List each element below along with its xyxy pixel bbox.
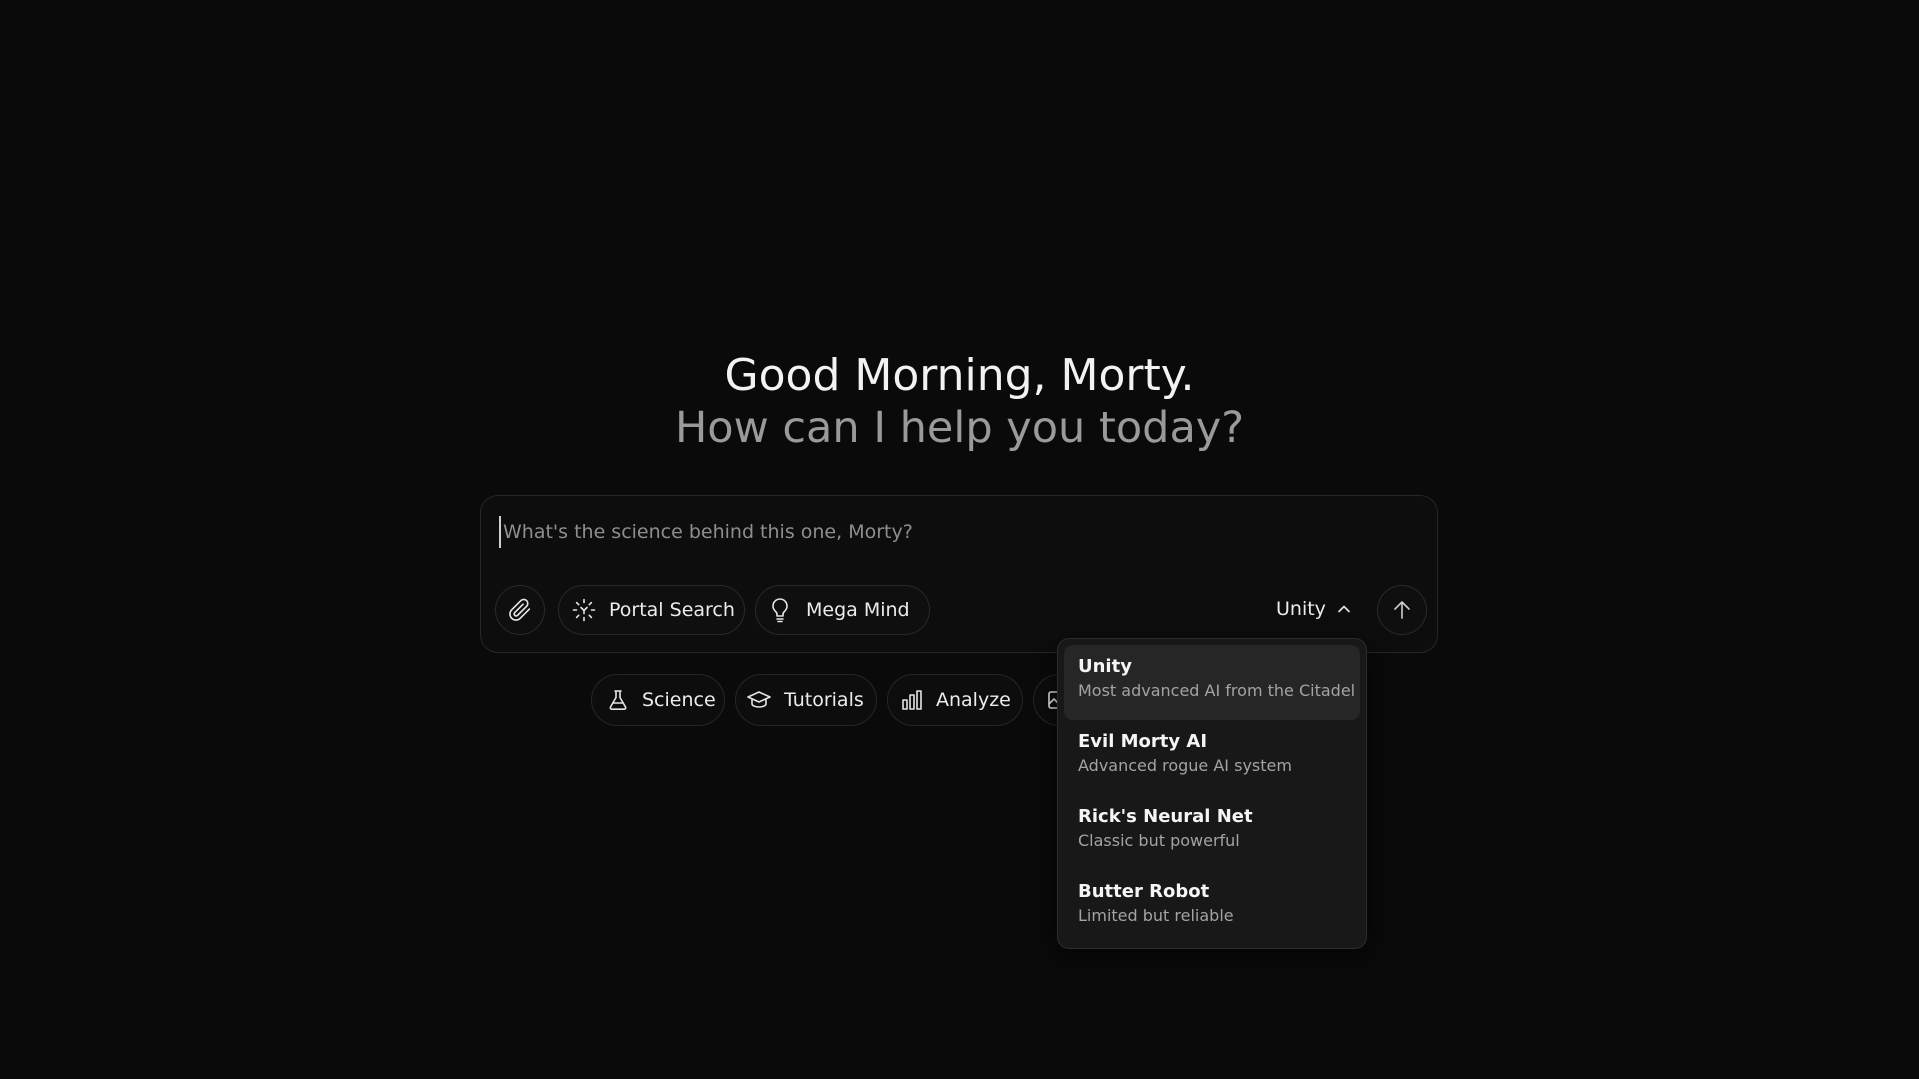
chip-science[interactable]: Science: [591, 674, 725, 726]
portal-search-label: Portal Search: [609, 599, 735, 621]
model-option-name: Unity: [1078, 656, 1132, 677]
model-dropdown-menu: Unity Most advanced AI from the Citadel …: [1057, 638, 1367, 949]
chevron-up-icon: [1336, 601, 1352, 617]
model-option-butter-robot[interactable]: Butter Robot Limited but reliable: [1064, 870, 1360, 945]
chip-tutorials-label: Tutorials: [784, 689, 864, 711]
portal-search-button[interactable]: Portal Search: [558, 585, 745, 635]
arrow-up-icon: [1391, 599, 1413, 621]
flask-icon: [606, 688, 630, 712]
model-option-description: Most advanced AI from the Citadel: [1078, 681, 1356, 700]
prompt-composer: Portal Search Mega Mind Unity: [480, 495, 1438, 653]
bar-chart-icon: [900, 688, 924, 712]
graduation-cap-icon: [746, 688, 772, 712]
model-option-name: Evil Morty AI: [1078, 731, 1208, 752]
model-option-ricks-neural-net[interactable]: Rick's Neural Net Classic but powerful: [1064, 795, 1360, 870]
mega-mind-label: Mega Mind: [806, 599, 910, 621]
greeting-title: Good Morning, Morty.: [724, 350, 1195, 401]
suggestion-chips: Science Tutorials Analyze: [0, 674, 1919, 728]
send-button[interactable]: [1377, 585, 1427, 635]
chip-tutorials[interactable]: Tutorials: [735, 674, 877, 726]
mega-mind-button[interactable]: Mega Mind: [755, 585, 930, 635]
prompt-input[interactable]: [499, 516, 1405, 548]
model-option-description: Limited but reliable: [1078, 906, 1234, 925]
model-select-value: Unity: [1276, 598, 1326, 620]
model-option-name: Butter Robot: [1078, 881, 1210, 902]
model-option-unity[interactable]: Unity Most advanced AI from the Citadel: [1064, 645, 1360, 720]
model-option-evil-morty-ai[interactable]: Evil Morty AI Advanced rogue AI system: [1064, 720, 1360, 795]
chip-science-label: Science: [642, 689, 716, 711]
greeting: Good Morning, Morty. How can I help you …: [0, 350, 1919, 454]
lightbulb-icon: [768, 597, 792, 623]
greeting-subtitle: How can I help you today?: [674, 403, 1245, 453]
chip-analyze-label: Analyze: [936, 689, 1011, 711]
app-page: Good Morning, Morty. How can I help you …: [0, 0, 1919, 1079]
attach-button[interactable]: [495, 585, 545, 635]
paperclip-icon: [508, 598, 532, 622]
model-select[interactable]: Unity: [1276, 591, 1352, 627]
model-option-description: Advanced rogue AI system: [1078, 756, 1292, 775]
model-option-description: Classic but powerful: [1078, 831, 1240, 850]
portal-scan-icon: [571, 597, 597, 623]
model-option-name: Rick's Neural Net: [1078, 806, 1253, 827]
chip-analyze[interactable]: Analyze: [887, 674, 1023, 726]
